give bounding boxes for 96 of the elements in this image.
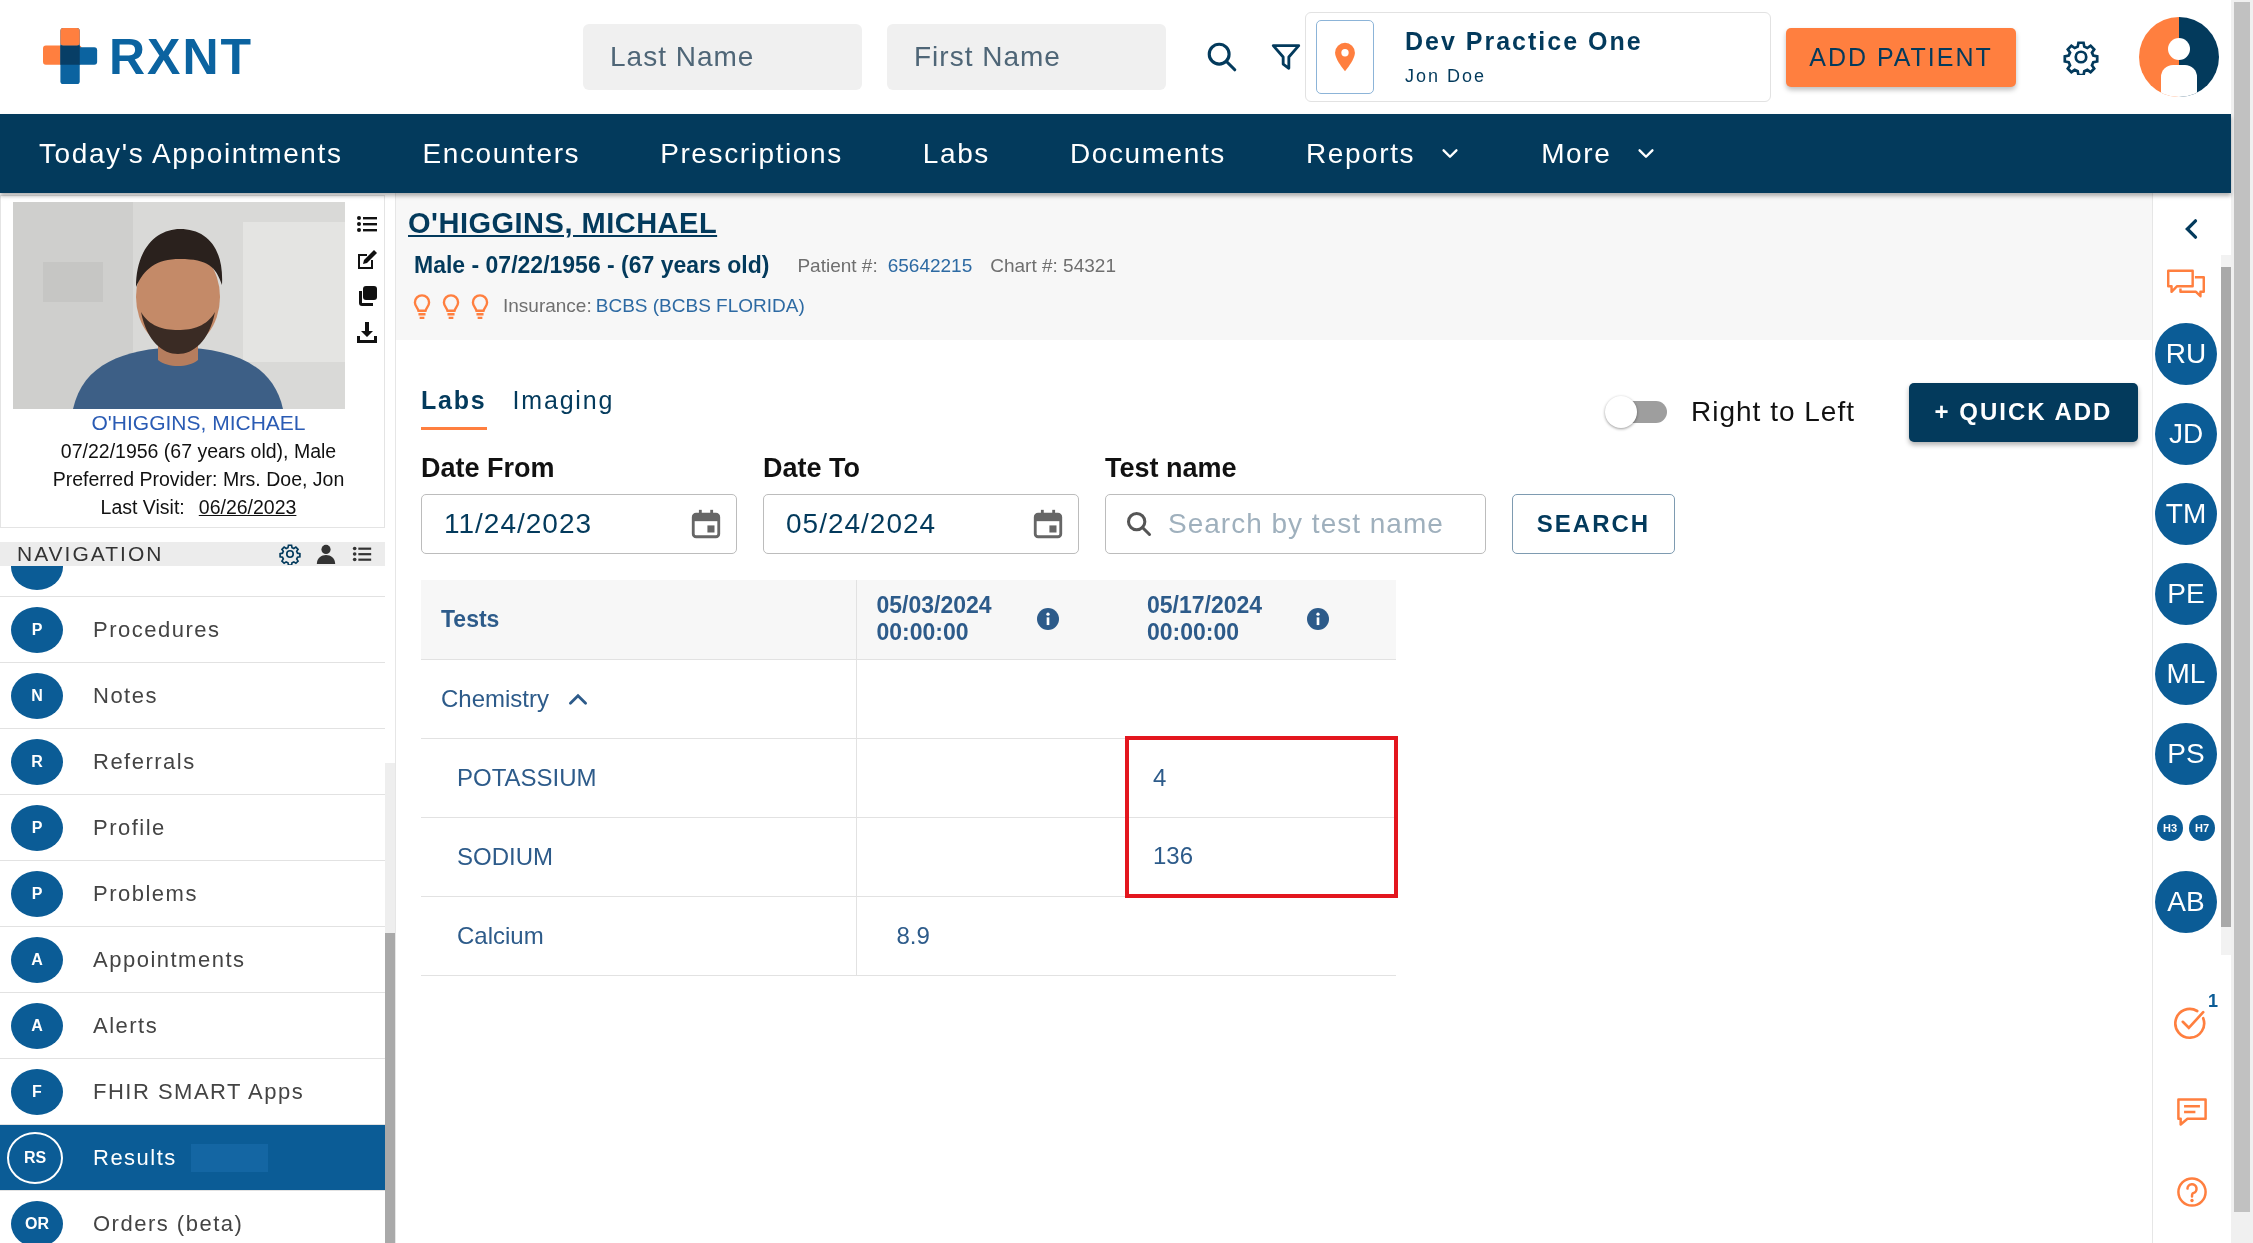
search-field[interactable]: Search by test name bbox=[1105, 494, 1486, 554]
menu-item[interactable]: Today's Appointments bbox=[39, 137, 343, 170]
contact-avatar[interactable]: H7 bbox=[2189, 815, 2215, 841]
lightbulb-icon bbox=[412, 293, 432, 319]
navigation-title: NAVIGATION bbox=[17, 542, 164, 566]
settings-icon[interactable] bbox=[2063, 39, 2099, 75]
download-icon[interactable] bbox=[355, 320, 379, 344]
nav-avatar-icon: A bbox=[11, 1002, 63, 1049]
scrollbar[interactable] bbox=[2221, 255, 2231, 955]
menu-item[interactable]: Labs bbox=[922, 137, 990, 170]
practice-name: Dev Practice One bbox=[1405, 27, 1643, 56]
logo-text: RXNT bbox=[109, 28, 254, 86]
nav-avatar-icon: F bbox=[11, 1068, 63, 1115]
nav-avatar-icon: N bbox=[11, 672, 63, 719]
info-icon[interactable] bbox=[1307, 608, 1329, 631]
scrollbar[interactable] bbox=[2231, 0, 2253, 1243]
patient-name-link[interactable]: O'HIGGINS, MICHAEL bbox=[408, 207, 2152, 240]
contact-avatar[interactable]: PE bbox=[2155, 563, 2217, 625]
nav-avatar-icon: A bbox=[11, 936, 63, 983]
search-icon[interactable] bbox=[1205, 40, 1239, 74]
practice-card[interactable]: Dev Practice One Jon Doe bbox=[1305, 12, 1771, 102]
last-visit-label: Last Visit: bbox=[100, 496, 185, 519]
nav-item[interactable]: OR Orders (beta) bbox=[0, 1191, 385, 1243]
column-header: Tests bbox=[441, 605, 500, 633]
nav-item[interactable]: A Alerts bbox=[0, 993, 385, 1059]
chart-number: Chart #: 54321 bbox=[990, 254, 1116, 277]
last-visit-link[interactable]: 06/26/2023 bbox=[198, 496, 297, 519]
menu-item[interactable]: More bbox=[1541, 137, 1658, 170]
group-toggle[interactable]: Chemistry bbox=[441, 684, 591, 713]
table-cell: 8.9 bbox=[896, 921, 930, 949]
nav-item[interactable]: P Profile bbox=[0, 795, 385, 861]
nav-item[interactable]: R Referrals bbox=[0, 729, 385, 795]
calendar-icon[interactable] bbox=[689, 507, 723, 541]
date-field[interactable]: 05/24/2024 bbox=[763, 494, 1079, 554]
field-label: Test name bbox=[1105, 453, 1238, 484]
check-circle-icon[interactable] bbox=[2172, 1005, 2208, 1041]
add-patient-button[interactable]: ADD PATIENT bbox=[1786, 27, 2016, 87]
nav-item[interactable]: N Notes bbox=[0, 663, 385, 729]
toggle-switch[interactable] bbox=[1603, 394, 1669, 430]
nav-item[interactable]: RS Results bbox=[0, 1125, 385, 1191]
patient-name-link[interactable]: O'HIGGINS, MICHAEL bbox=[13, 411, 384, 435]
contact-avatar[interactable]: AB bbox=[2155, 871, 2217, 933]
person-icon[interactable] bbox=[315, 543, 337, 565]
test-name: POTASSIUM bbox=[457, 763, 597, 791]
contact-avatar[interactable]: H3 bbox=[2157, 815, 2183, 841]
contact-avatar[interactable]: RU bbox=[2155, 323, 2217, 385]
nav-avatar-icon: RS bbox=[7, 1131, 63, 1184]
lightbulb-icon bbox=[470, 293, 490, 319]
last-name-field[interactable]: Last Name bbox=[583, 24, 862, 90]
scrollbar[interactable] bbox=[385, 763, 395, 1243]
tab[interactable]: Labs bbox=[421, 380, 487, 430]
nav-avatar-icon: P bbox=[11, 870, 63, 917]
insurance-label: Insurance: bbox=[503, 295, 592, 317]
column-header: 05/17/2024 00:00:00 bbox=[1147, 592, 1264, 647]
preferred-provider: Preferred Provider: Mrs. Doe, Jon bbox=[51, 468, 346, 491]
date-field[interactable]: 11/24/2023 bbox=[421, 494, 737, 554]
test-name: Calcium bbox=[457, 921, 544, 949]
column-header: 05/03/2024 00:00:00 bbox=[876, 592, 993, 647]
menu-item[interactable]: Encounters bbox=[422, 137, 581, 170]
first-name-field[interactable]: First Name bbox=[887, 24, 1166, 90]
tab[interactable]: Imaging bbox=[512, 380, 615, 430]
insurance-link[interactable]: BCBS (BCBS FLORIDA) bbox=[595, 295, 805, 317]
nav-avatar-icon: P bbox=[11, 606, 63, 653]
task-count: 1 bbox=[2208, 991, 2218, 1012]
patient-details: 07/22/1956 (67 years old), Male bbox=[59, 440, 338, 463]
edit-icon[interactable] bbox=[355, 248, 379, 272]
field-label: Date From bbox=[421, 453, 556, 484]
search-button[interactable]: SEARCH bbox=[1512, 494, 1675, 554]
settings-icon[interactable] bbox=[279, 543, 301, 565]
patient-number-label: Patient #: bbox=[797, 254, 878, 277]
nav-avatar-icon: P bbox=[11, 804, 63, 851]
patient-summary: Male - 07/22/1956 - (67 years old) bbox=[414, 252, 770, 279]
menu-item[interactable]: Reports bbox=[1305, 137, 1462, 170]
nav-avatar-icon: OR bbox=[11, 1200, 63, 1243]
calendar-icon[interactable] bbox=[1031, 507, 1065, 541]
menu-item[interactable]: Prescriptions bbox=[660, 137, 843, 170]
contact-avatar[interactable]: PS bbox=[2155, 723, 2217, 785]
field-label: Date To bbox=[763, 453, 861, 484]
quick-add-button[interactable]: + QUICK ADD bbox=[1909, 382, 2138, 442]
test-name: SODIUM bbox=[457, 842, 553, 870]
contact-avatar[interactable]: TM bbox=[2155, 483, 2217, 545]
nav-item[interactable]: P Procedures bbox=[0, 597, 385, 663]
table-cell: 4 bbox=[1153, 764, 1167, 792]
user-avatar-icon[interactable] bbox=[2139, 17, 2219, 97]
patient-number-link[interactable]: 65642215 bbox=[887, 254, 973, 277]
table-cell: 136 bbox=[1153, 841, 1194, 869]
menu-item[interactable]: Documents bbox=[1069, 137, 1226, 170]
nav-item[interactable]: A Appointments bbox=[0, 927, 385, 993]
nav-avatar-icon: R bbox=[11, 738, 63, 785]
nav-item[interactable]: P Problems bbox=[0, 861, 385, 927]
lightbulb-icon bbox=[441, 293, 461, 319]
info-icon[interactable] bbox=[1036, 608, 1059, 631]
toggle-label: Right to Left bbox=[1691, 396, 1855, 428]
practice-user: Jon Doe bbox=[1405, 66, 1488, 87]
contact-avatar[interactable]: JD bbox=[2155, 403, 2217, 465]
contact-avatar[interactable]: ML bbox=[2155, 643, 2217, 705]
